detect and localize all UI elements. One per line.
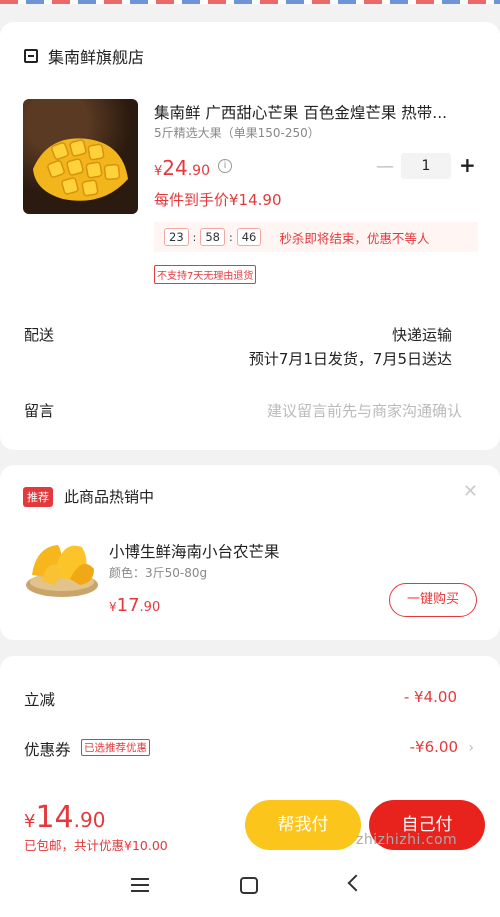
message-input[interactable]: 建议留言前先与商家沟通确认 [267,400,462,421]
order-item-card: 集南鲜旗舰店 集南鲜 广西甜心芒果 百色金煌芒果 热带... 5斤精选大果（单果… [0,22,500,450]
price-decimal: .90 [139,600,161,615]
coupon-tag: 已选推荐优惠 [81,739,150,756]
price-integer: 24 [162,156,188,180]
coupon-value[interactable]: -¥6.00 [410,738,458,756]
quantity-input[interactable]: 1 [401,153,451,179]
back-icon[interactable] [347,874,365,892]
currency-symbol: ¥ [24,811,36,832]
deal-price: 每件到手价¥14.90 [154,191,282,209]
watermark-text: zhizhizhi.com [356,832,458,848]
product-price: ¥24.90 [154,156,210,180]
chevron-right-icon[interactable]: › [468,740,474,756]
recommendation-card: 推荐 此商品热销中 ✕ 小博生鲜海南小台农芒果 颜色：3斤50-80g ¥17.… [0,465,500,640]
recommend-title[interactable]: 小博生鲜海南小台农芒果 [109,540,280,562]
airmail-border [0,0,500,4]
home-icon[interactable] [240,877,258,894]
price-decimal: .90 [73,808,106,832]
mango-icon [33,138,128,201]
flash-sale-countdown: 23 : 58 : 46 秒杀即将结束，优惠不等人 [154,222,478,252]
price-integer: 17 [116,595,140,616]
no-return-badge: 不支持7天无理由退货 [154,265,257,284]
product-image[interactable] [23,99,138,214]
message-label: 留言 [24,402,55,420]
discount-label: 立减 [24,691,56,709]
shop-name: 集南鲜旗舰店 [48,48,145,67]
close-icon[interactable]: ✕ [463,481,478,502]
discount-value: - ¥4.00 [403,688,457,706]
countdown-seconds: 46 [236,228,262,246]
currency-symbol: ¥ [109,600,117,614]
store-icon [24,49,38,63]
one-click-buy-button[interactable]: 一键购买 [389,583,477,617]
total-price: ¥14.90 [24,800,105,835]
delivery-method[interactable]: 快递运输 [392,324,452,345]
help-me-pay-button[interactable]: 帮我付 [245,800,361,850]
countdown-separator: : [229,230,233,244]
countdown-hours: 23 [164,228,189,246]
delivery-schedule: 预计7月1日发货，7月5日送达 [248,350,452,368]
recommend-price: ¥17.90 [109,595,160,616]
recommend-heading: 此商品热销中 [64,488,155,506]
shop-header[interactable]: 集南鲜旗舰店 [24,44,144,68]
recommend-spec: 颜色：3斤50-80g [109,566,208,580]
info-icon[interactable]: i [218,159,232,173]
mango-plate-icon [26,545,98,597]
product-spec: 5斤精选大果（单果150-250） [154,126,320,140]
price-integer: 14 [35,800,74,835]
delivery-label: 配送 [24,326,55,344]
coupon-label: 优惠券 [24,741,71,759]
shipping-summary: 已包邮，共计优惠¥10.00 [24,838,168,853]
countdown-text: 秒杀即将结束，优惠不等人 [279,230,430,246]
increase-quantity-button[interactable]: + [459,155,476,175]
recommend-product-image[interactable] [24,535,100,599]
checkout-bar: ¥14.90 已包邮，共计优惠¥10.00 帮我付 自己付 [0,780,500,860]
countdown-separator: : [192,230,197,244]
system-navigation-bar [0,860,500,917]
decrease-quantity-button[interactable]: — [376,158,394,176]
product-title[interactable]: 集南鲜 广西甜心芒果 百色金煌芒果 热带... [154,101,474,123]
countdown-minutes: 58 [200,228,225,246]
menu-icon[interactable] [131,878,149,892]
recommend-badge: 推荐 [23,487,53,507]
price-decimal: .90 [187,163,210,179]
